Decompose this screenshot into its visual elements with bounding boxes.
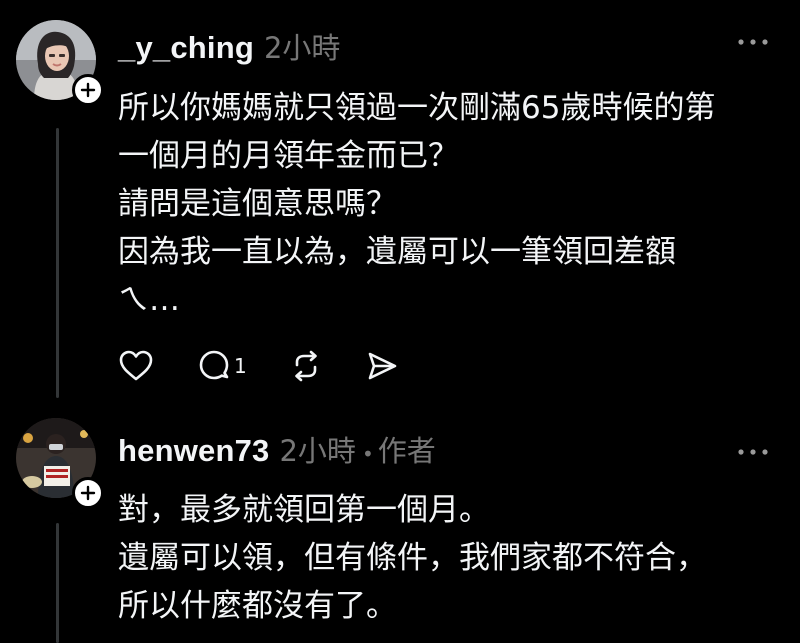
username[interactable]: _y_ching xyxy=(118,30,254,66)
more-horizontal-icon[interactable] xyxy=(736,36,770,48)
post-actions: 1 xyxy=(118,346,441,386)
meta-separator: • xyxy=(361,442,374,466)
reply-button[interactable]: 1 xyxy=(196,349,247,383)
thread-line xyxy=(56,128,59,398)
timestamp: 2小時 xyxy=(263,31,341,65)
thread-post: _y_ching 2小時 所以你媽媽就只領過一次剛滿65歲時候的第 一個月的月領… xyxy=(0,0,800,410)
like-button[interactable] xyxy=(118,349,154,383)
post-text-line: 對，最多就領回第一個月。 xyxy=(118,492,490,528)
send-icon xyxy=(368,352,397,380)
more-horizontal-icon[interactable] xyxy=(736,446,770,458)
post-header: _y_ching 2小時 xyxy=(118,25,340,67)
reply-count: 1 xyxy=(234,354,247,378)
thread-post: henwen73 2小時 • 作者 對，最多就領回第一個月。 遺屬可以領，但有條… xyxy=(0,410,800,643)
post-text-line: 一個月的月領年金而已？ xyxy=(118,138,459,174)
author-tag: 作者 xyxy=(377,434,436,468)
post-text-line: 所以什麼都沒有了。 xyxy=(118,588,397,624)
timestamp: 2小時 xyxy=(279,434,356,468)
post-text-line: 因為我一直以為，遺屬可以一筆領回差額 xyxy=(118,234,676,270)
plus-icon xyxy=(80,485,96,501)
username[interactable]: henwen73 xyxy=(118,433,269,469)
heart-icon xyxy=(119,350,153,381)
post-header: henwen73 2小時 • 作者 xyxy=(118,428,436,470)
post-body: 所以你媽媽就只領過一次剛滿65歲時候的第 一個月的月領年金而已？ 請問是這個意思… xyxy=(118,84,778,324)
plus-icon xyxy=(80,82,96,98)
thread-line xyxy=(56,523,59,643)
post-text-line: 遺屬可以領，但有條件，我們家都不符合， xyxy=(118,540,707,576)
comment-icon xyxy=(199,350,229,380)
post-text-line: 請問是這個意思嗎？ xyxy=(118,186,397,222)
post-body: 對，最多就領回第一個月。 遺屬可以領，但有條件，我們家都不符合， 所以什麼都沒有… xyxy=(118,486,778,630)
post-text-line: ㄟ… xyxy=(118,282,180,318)
follow-button[interactable] xyxy=(72,74,104,106)
share-button[interactable] xyxy=(365,349,399,383)
repost-icon xyxy=(294,350,317,382)
repost-button[interactable] xyxy=(289,349,323,383)
post-text-line: 所以你媽媽就只領過一次剛滿65歲時候的第 xyxy=(118,90,716,126)
follow-button[interactable] xyxy=(72,477,104,509)
